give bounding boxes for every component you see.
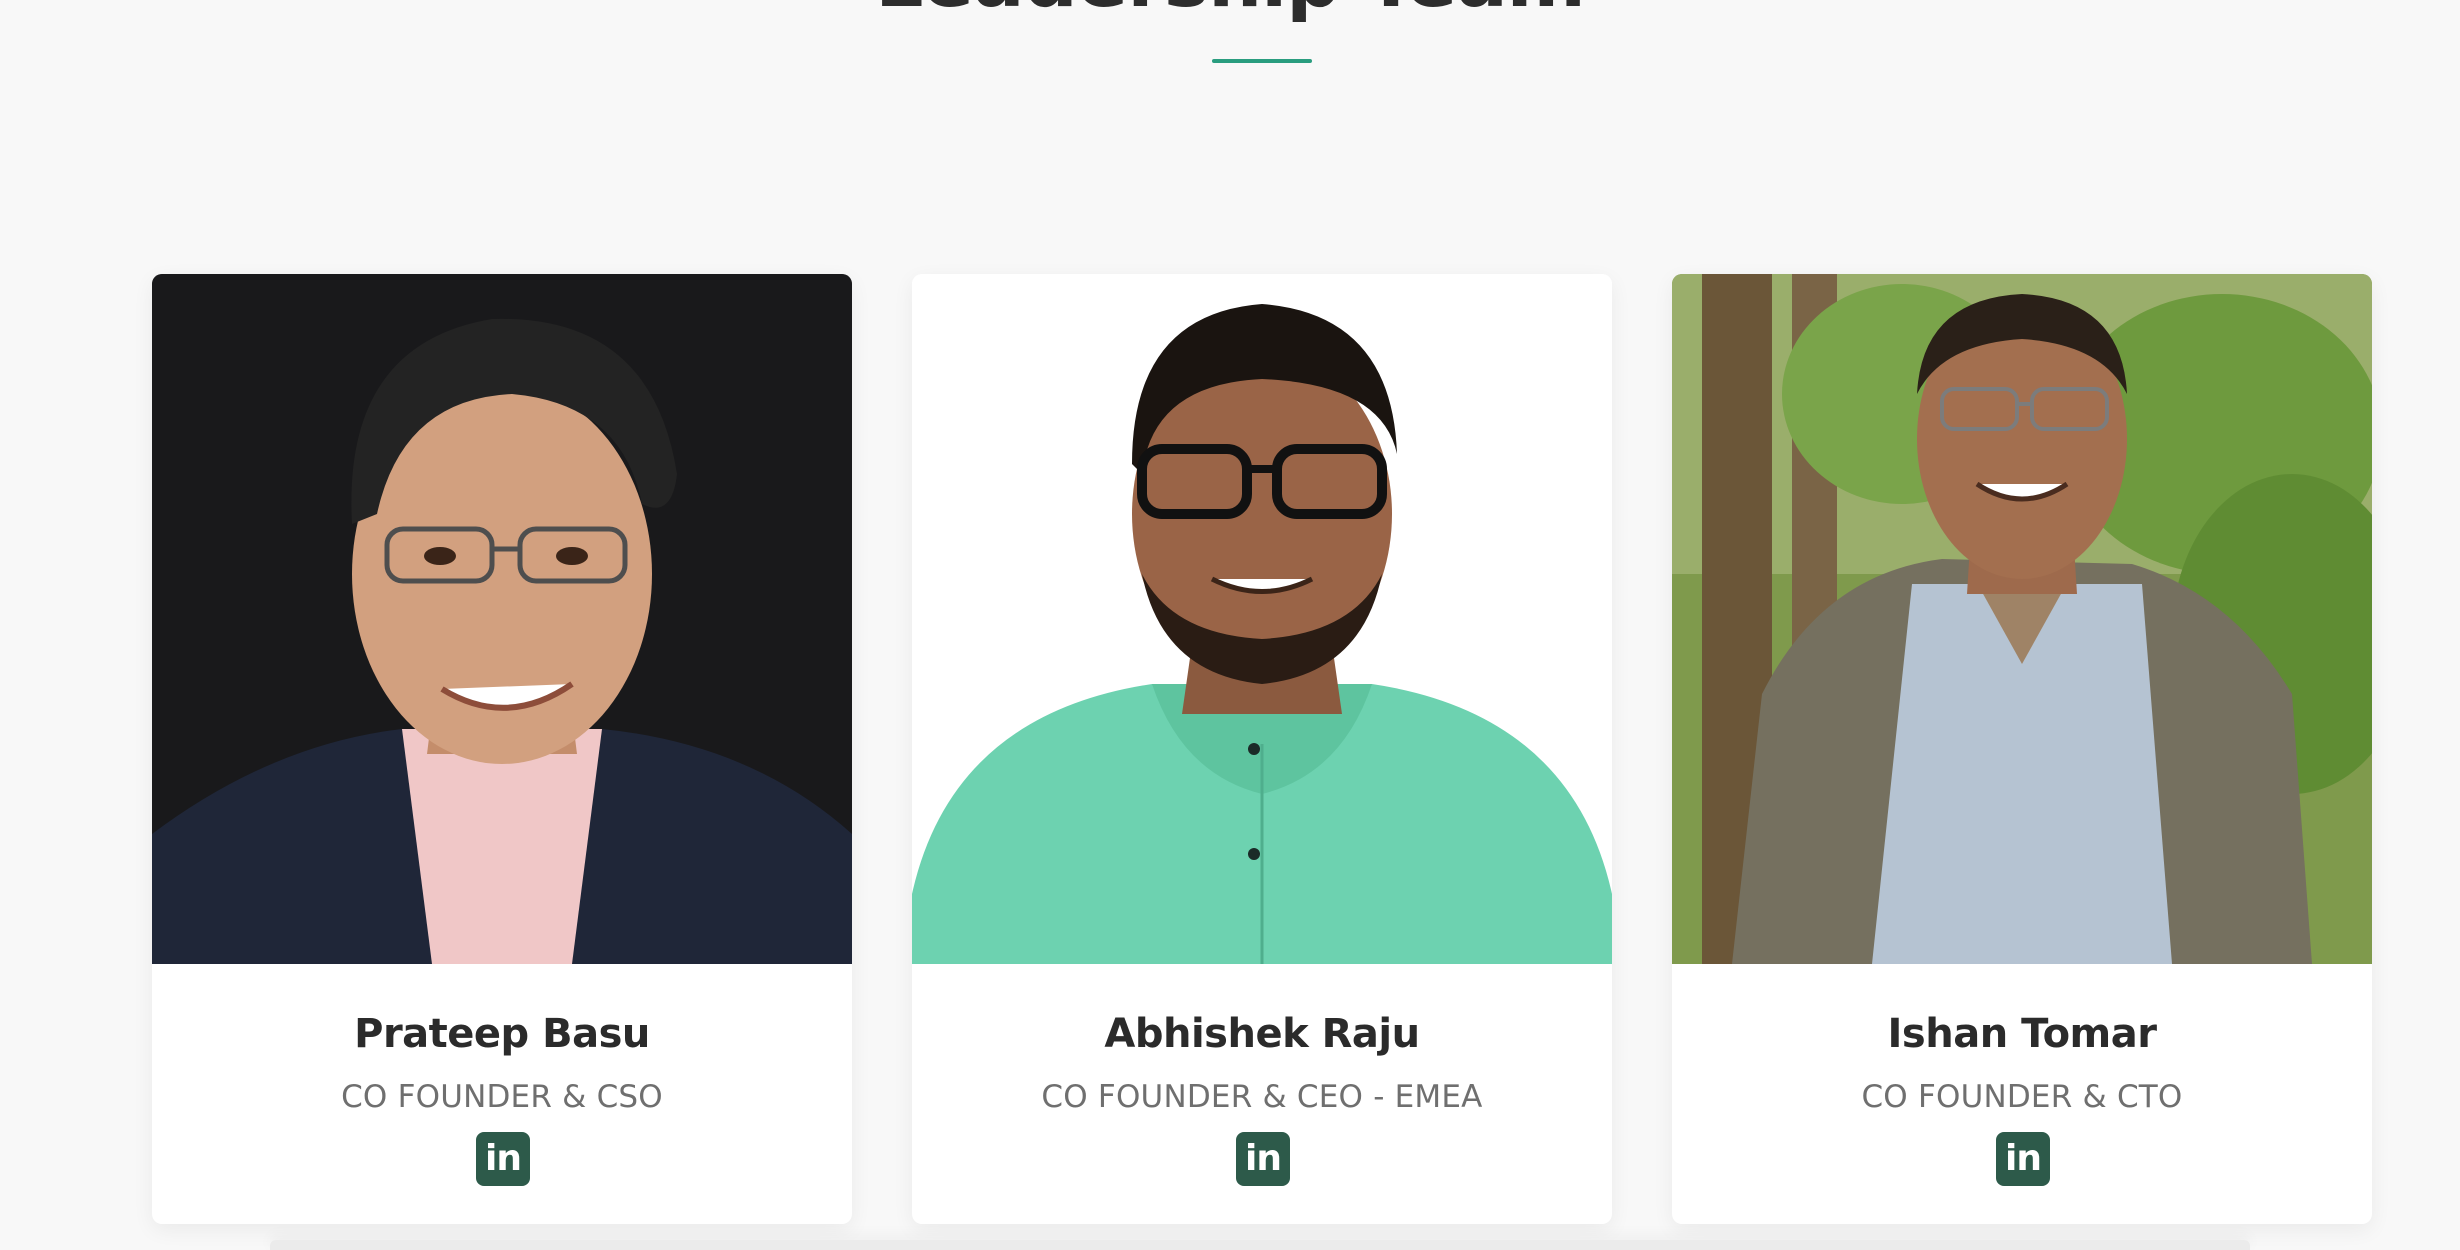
member-photo bbox=[1672, 274, 2372, 964]
member-name: Abhishek Raju bbox=[1104, 1011, 1420, 1057]
member-role: CO FOUNDER & CTO bbox=[1861, 1079, 2183, 1115]
member-photo bbox=[152, 274, 852, 964]
member-role: CO FOUNDER & CSO bbox=[341, 1079, 663, 1115]
title-underline bbox=[1212, 59, 1312, 63]
team-card-ishan-tomar: Ishan Tomar CO FOUNDER & CTO in bbox=[1672, 274, 2372, 1224]
member-name: Prateep Basu bbox=[354, 1011, 650, 1057]
team-card-prateep-basu: Prateep Basu CO FOUNDER & CSO in bbox=[152, 274, 852, 1224]
linkedin-icon[interactable]: in bbox=[476, 1132, 530, 1186]
next-section-edge bbox=[270, 1240, 2250, 1250]
member-photo bbox=[912, 274, 1612, 964]
member-name: Ishan Tomar bbox=[1887, 1011, 2157, 1057]
team-card-abhishek-raju: Abhishek Raju CO FOUNDER & CEO - EMEA in bbox=[912, 274, 1612, 1224]
member-role: CO FOUNDER & CEO - EMEA bbox=[1041, 1079, 1483, 1115]
linkedin-icon[interactable]: in bbox=[1996, 1132, 2050, 1186]
section-title: Leadership Team bbox=[0, 0, 2460, 20]
linkedin-icon[interactable]: in bbox=[1236, 1132, 1290, 1186]
